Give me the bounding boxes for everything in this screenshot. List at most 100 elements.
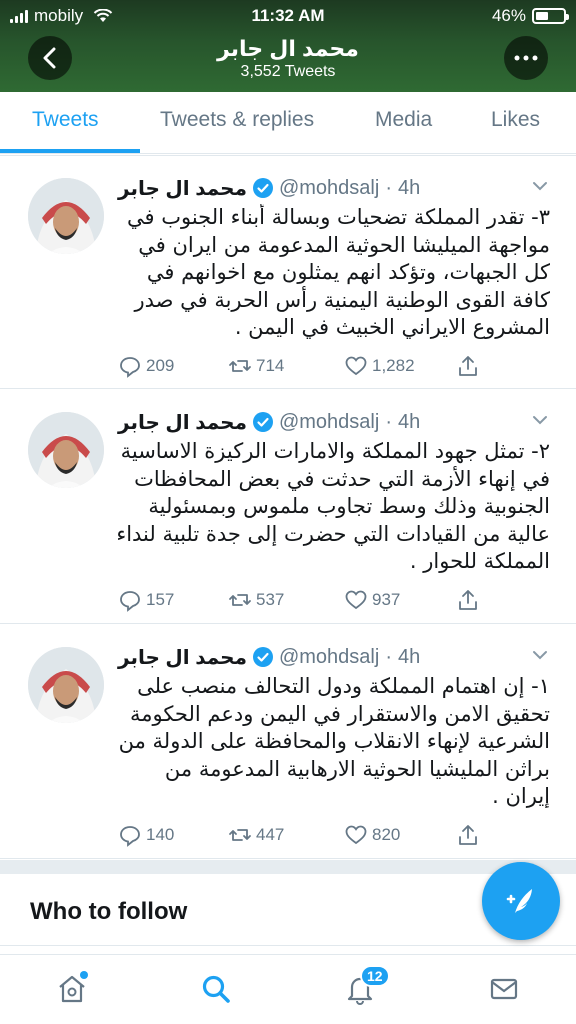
status-right: 46% bbox=[492, 6, 569, 26]
tweet-header: محمد ال جابر @mohdsalj · 4h bbox=[118, 645, 420, 669]
tweet-item[interactable]: محمد ال جابر @mohdsalj · 4h ٢- تمثل جهود… bbox=[0, 390, 576, 624]
tweet-count: 3,552 Tweets bbox=[240, 63, 336, 80]
tweet-item[interactable]: محمد ال جابر @mohdsalj · 4h ١- إن اهتمام… bbox=[0, 625, 576, 859]
reply-icon bbox=[120, 826, 140, 847]
nav-notifications[interactable]: 12 bbox=[342, 965, 390, 1007]
tweet-separator: · bbox=[385, 645, 392, 668]
like-button[interactable]: 937 bbox=[344, 588, 400, 612]
retweet-icon bbox=[229, 360, 251, 372]
more-icon bbox=[514, 55, 538, 61]
avatar-image bbox=[28, 178, 104, 254]
nav-messages[interactable] bbox=[486, 971, 522, 1007]
status-time: 11:32 AM bbox=[251, 6, 325, 25]
like-button[interactable]: 820 bbox=[344, 823, 400, 847]
retweet-button[interactable]: 447 bbox=[228, 823, 284, 847]
reply-count: 157 bbox=[146, 590, 175, 609]
home-new-dot bbox=[80, 971, 88, 979]
bottom-tab-bar: 12 bbox=[0, 954, 576, 1024]
notifications-badge: 12 bbox=[360, 965, 390, 987]
share-icon bbox=[459, 356, 477, 376]
retweet-icon bbox=[229, 829, 251, 841]
search-icon bbox=[202, 975, 230, 1003]
tweet-menu-caret-icon[interactable] bbox=[532, 414, 548, 426]
share-button[interactable] bbox=[456, 823, 480, 847]
share-icon bbox=[459, 825, 477, 845]
share-icon bbox=[459, 590, 477, 610]
reply-button[interactable]: 157 bbox=[118, 588, 174, 612]
reply-count: 209 bbox=[146, 356, 175, 375]
tweet-menu-caret-icon[interactable] bbox=[532, 649, 548, 661]
tab-likes[interactable]: Likes bbox=[491, 108, 540, 132]
retweet-button[interactable]: 714 bbox=[228, 354, 284, 378]
who-to-follow-title: Who to follow bbox=[30, 898, 188, 925]
compose-quill-icon bbox=[506, 889, 532, 913]
tweet-text: ٢- تمثل جهود المملكة والامارات الركيزة ا… bbox=[116, 439, 550, 573]
retweet-count: 714 bbox=[256, 356, 285, 375]
tweet-header: محمد ال جابر @mohdsalj · 4h bbox=[118, 410, 420, 434]
tab-media[interactable]: Media bbox=[375, 108, 432, 132]
reply-button[interactable]: 140 bbox=[118, 823, 174, 847]
tweet-text: ٣- تقدر المملكة تضحيات وبسالة أبناء الجن… bbox=[126, 205, 550, 339]
profile-name: محمد ال جابر bbox=[217, 36, 359, 61]
active-tab-indicator bbox=[0, 149, 140, 153]
like-count: 1,282 bbox=[372, 356, 415, 375]
heart-icon bbox=[345, 356, 367, 376]
tweet-actions: 140 447 820 bbox=[118, 823, 498, 849]
avatar[interactable] bbox=[28, 647, 104, 723]
section-divider bbox=[0, 860, 576, 874]
status-bar: mobily 11:32 AM 46% bbox=[0, 0, 576, 32]
profile-title-block: محمد ال جابر 3,552 Tweets bbox=[0, 36, 576, 82]
tweet-menu-caret-icon[interactable] bbox=[532, 180, 548, 192]
battery-icon bbox=[532, 8, 569, 24]
tweet-handle: @mohdsalj bbox=[278, 410, 380, 433]
like-count: 820 bbox=[372, 825, 401, 844]
tweet-separator: · bbox=[385, 176, 392, 199]
verified-badge-icon bbox=[252, 412, 273, 432]
avatar-image bbox=[28, 412, 104, 488]
avatar-image bbox=[28, 647, 104, 723]
more-button[interactable] bbox=[504, 36, 548, 80]
profile-header: mobily 11:32 AM 46% محمد ال جابر 3,552 T… bbox=[0, 0, 576, 92]
battery-fill bbox=[536, 12, 548, 20]
heart-icon bbox=[345, 825, 367, 845]
tweet-author-name[interactable]: محمد ال جابر bbox=[118, 645, 247, 670]
share-button[interactable] bbox=[456, 354, 480, 378]
mail-icon bbox=[490, 978, 518, 1000]
tab-tweets-and-replies[interactable]: Tweets & replies bbox=[160, 108, 314, 132]
like-button[interactable]: 1,282 bbox=[344, 354, 415, 378]
tweet-item[interactable]: محمد ال جابر @mohdsalj · 4h ٣- تقدر المم… bbox=[0, 155, 576, 389]
share-button[interactable] bbox=[456, 588, 480, 612]
tweet-author-name[interactable]: محمد ال جابر bbox=[118, 410, 247, 435]
tweet-header: محمد ال جابر @mohdsalj · 4h bbox=[118, 176, 420, 200]
tweet-time: 4h bbox=[397, 410, 421, 433]
tab-tweets[interactable]: Tweets bbox=[32, 108, 99, 132]
nav-home[interactable] bbox=[54, 971, 90, 1007]
nav-search[interactable] bbox=[198, 971, 234, 1007]
retweet-count: 447 bbox=[256, 825, 285, 844]
compose-tweet-button[interactable] bbox=[482, 862, 560, 940]
reply-icon bbox=[120, 591, 140, 612]
reply-icon bbox=[120, 357, 140, 378]
tweet-author-name[interactable]: محمد ال جابر bbox=[118, 176, 247, 201]
verified-badge-icon bbox=[252, 178, 273, 198]
retweet-count: 537 bbox=[256, 590, 285, 609]
retweet-icon bbox=[229, 594, 251, 606]
like-count: 937 bbox=[372, 590, 401, 609]
profile-tabs: Tweets Tweets & replies Media Likes bbox=[0, 92, 576, 154]
tweet-time: 4h bbox=[397, 176, 421, 199]
tweet-handle: @mohdsalj bbox=[278, 176, 380, 199]
avatar[interactable] bbox=[28, 412, 104, 488]
tweet-handle: @mohdsalj bbox=[278, 645, 380, 668]
reply-button[interactable]: 209 bbox=[118, 354, 174, 378]
tweet-feed[interactable]: محمد ال جابر @mohdsalj · 4h ٣- تقدر المم… bbox=[0, 155, 576, 860]
tweet-actions: 209 714 1,282 bbox=[118, 354, 498, 380]
reply-count: 140 bbox=[146, 825, 175, 844]
heart-icon bbox=[345, 590, 367, 610]
tweet-separator: · bbox=[385, 410, 392, 433]
retweet-button[interactable]: 537 bbox=[228, 588, 284, 612]
tweet-time: 4h bbox=[397, 645, 421, 668]
tweet-actions: 157 537 937 bbox=[118, 588, 498, 614]
verified-badge-icon bbox=[252, 647, 273, 667]
avatar[interactable] bbox=[28, 178, 104, 254]
tweet-text: ١- إن اهتمام المملكة ودول التحالف منصب ع… bbox=[118, 674, 550, 808]
